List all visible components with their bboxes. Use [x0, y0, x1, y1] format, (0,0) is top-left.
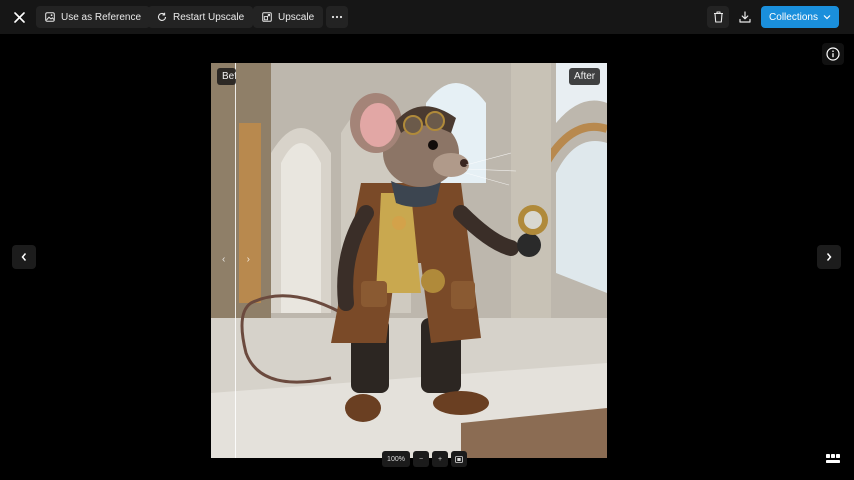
upscale-icon: [262, 12, 272, 22]
more-options-button[interactable]: [326, 6, 348, 28]
download-button[interactable]: [734, 6, 756, 28]
upscale-button[interactable]: Upscale: [253, 6, 324, 28]
chevron-right-icon: [826, 253, 832, 261]
grid-icon: [826, 454, 840, 463]
download-icon: [739, 11, 751, 23]
restart-upscale-button[interactable]: Restart Upscale: [148, 6, 254, 28]
info-button[interactable]: [822, 43, 844, 65]
top-toolbar: Use as Reference Restart Upscale Upscale: [0, 0, 854, 34]
chevron-down-icon: [823, 15, 831, 20]
before-label-text: Before: [222, 71, 236, 82]
chevron-left-icon: [21, 253, 27, 261]
after-label-text: After: [574, 71, 596, 82]
mouse-illustration: [211, 63, 607, 458]
close-button[interactable]: [8, 6, 30, 28]
use-as-reference-button[interactable]: Use as Reference: [36, 6, 151, 28]
trash-icon: [713, 11, 723, 23]
zoom-level-display[interactable]: 100%: [382, 451, 410, 467]
refresh-icon: [158, 12, 167, 21]
next-image-button[interactable]: [817, 245, 841, 269]
zoom-out-button[interactable]: −: [413, 451, 429, 467]
after-label: After: [569, 68, 601, 85]
info-icon: [826, 47, 840, 61]
zoom-controls: 100% − +: [382, 451, 467, 467]
delete-button[interactable]: [707, 6, 729, 28]
before-label: Before: [217, 68, 236, 85]
zoom-in-button[interactable]: +: [432, 451, 448, 467]
previous-image-button[interactable]: [12, 245, 36, 269]
collections-dropdown-button[interactable]: Collections: [761, 6, 839, 28]
fit-to-screen-button[interactable]: [451, 451, 467, 467]
chevron-left-icon: ‹: [222, 254, 226, 265]
upscaled-image[interactable]: [211, 63, 607, 458]
use-as-reference-label: Use as Reference: [61, 11, 142, 23]
restart-upscale-label: Restart Upscale: [173, 11, 245, 23]
upscale-label: Upscale: [278, 11, 315, 23]
more-horizontal-icon: [331, 15, 343, 19]
image-icon: [45, 12, 55, 22]
comparison-slider-handle[interactable]: ‹ ›: [222, 253, 250, 267]
grid-view-button[interactable]: [822, 448, 844, 470]
chevron-right-icon: ›: [246, 254, 250, 265]
close-icon: [13, 11, 25, 23]
collections-label: Collections: [769, 11, 818, 23]
fit-screen-icon: [455, 455, 463, 463]
